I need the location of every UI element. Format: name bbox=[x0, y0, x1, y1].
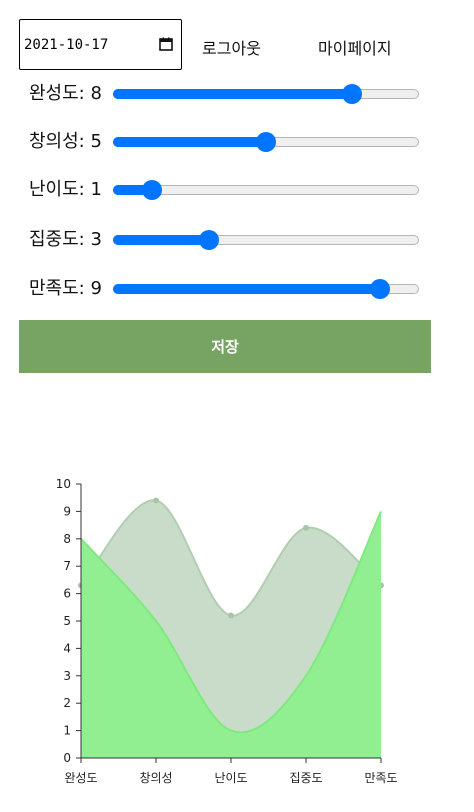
logout-link[interactable]: 로그아웃 bbox=[202, 35, 261, 59]
slider-thumb[interactable] bbox=[141, 180, 162, 200]
slider-row-difficulty: 난이도: 1 bbox=[29, 171, 429, 201]
y-tick-label: 10 bbox=[56, 477, 71, 491]
x-tick-label: 집중도 bbox=[289, 771, 322, 785]
x-tick-label: 난이도 bbox=[214, 771, 247, 785]
slider-thumb[interactable] bbox=[370, 279, 391, 299]
x-tick-label: 완성도 bbox=[64, 771, 97, 785]
save-button[interactable]: 저장 bbox=[19, 320, 431, 373]
y-tick-label: 9 bbox=[63, 504, 71, 518]
series-point bbox=[153, 497, 159, 504]
slider-thumb[interactable] bbox=[256, 132, 276, 152]
series-point bbox=[303, 524, 309, 531]
slider-row-completeness: 완성도: 8 bbox=[29, 75, 429, 105]
slider-label: 난이도: 1 bbox=[29, 179, 102, 200]
series-point bbox=[228, 612, 234, 619]
date-input[interactable]: 2021-10-17 bbox=[19, 19, 182, 70]
slider-label: 완성도: 8 bbox=[29, 83, 102, 104]
slider-fill bbox=[113, 89, 352, 99]
y-tick-label: 0 bbox=[63, 751, 71, 765]
mypage-link[interactable]: 마이페이지 bbox=[318, 35, 392, 59]
score-chart: 0 1 2 3 4 5 6 7 8 9 10 완성도 창의성 난이도 집중도 만족도 bbox=[56, 477, 398, 785]
y-tick-label: 2 bbox=[63, 696, 71, 710]
slider-label: 창의성: 5 bbox=[29, 131, 102, 152]
slider-label: 만족도: 9 bbox=[29, 278, 102, 299]
slider-fill bbox=[113, 284, 381, 294]
y-tick-label: 3 bbox=[63, 669, 71, 683]
y-tick-label: 6 bbox=[63, 587, 71, 601]
y-tick-label: 1 bbox=[63, 724, 71, 738]
y-tick-label: 7 bbox=[63, 559, 71, 573]
y-tick-label: 8 bbox=[63, 532, 71, 546]
slider-thumb[interactable] bbox=[198, 230, 219, 250]
x-tick-label: 창의성 bbox=[139, 771, 172, 785]
slider-label: 집중도: 3 bbox=[29, 229, 102, 250]
calendar-icon[interactable] bbox=[159, 37, 173, 51]
slider-fill bbox=[113, 137, 266, 147]
slider-row-focus: 집중도: 3 bbox=[29, 221, 429, 251]
x-tick-label: 만족도 bbox=[364, 771, 397, 785]
y-tick-label: 5 bbox=[63, 614, 71, 628]
y-tick-label: 4 bbox=[63, 641, 71, 655]
slider-thumb[interactable] bbox=[341, 84, 362, 104]
date-value: 2021-10-17 bbox=[24, 36, 109, 53]
slider-row-creativity: 창의성: 5 bbox=[29, 123, 429, 153]
slider-row-satisfaction: 만족도: 9 bbox=[29, 270, 429, 300]
slider-fill bbox=[113, 235, 209, 245]
